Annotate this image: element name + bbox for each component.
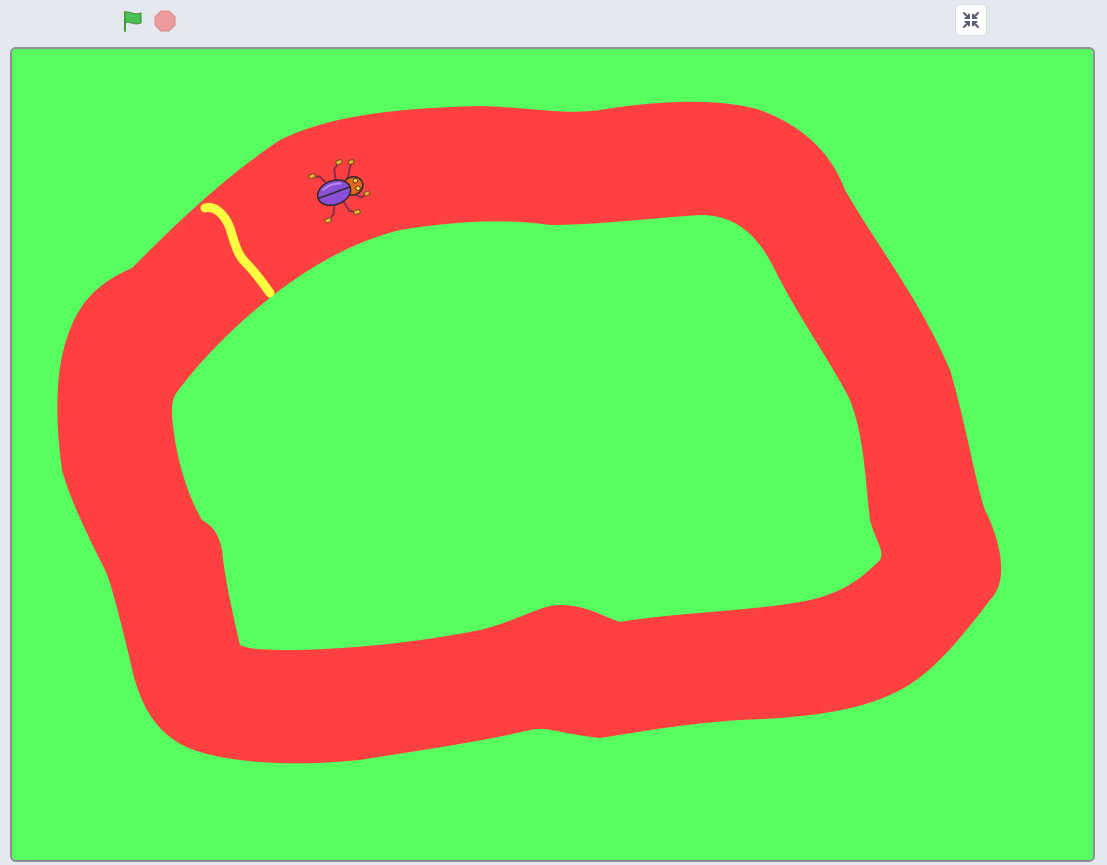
stop-button[interactable]	[150, 6, 180, 36]
exit-fullscreen-icon	[963, 12, 979, 28]
green-flag-button[interactable]	[117, 6, 147, 36]
green-flag-icon	[124, 11, 142, 32]
exit-fullscreen-button[interactable]	[955, 4, 987, 36]
stage-canvas	[12, 49, 1093, 860]
stage-toolbar	[0, 0, 1107, 46]
stop-sign-icon	[154, 10, 176, 32]
stage[interactable]	[10, 47, 1095, 862]
